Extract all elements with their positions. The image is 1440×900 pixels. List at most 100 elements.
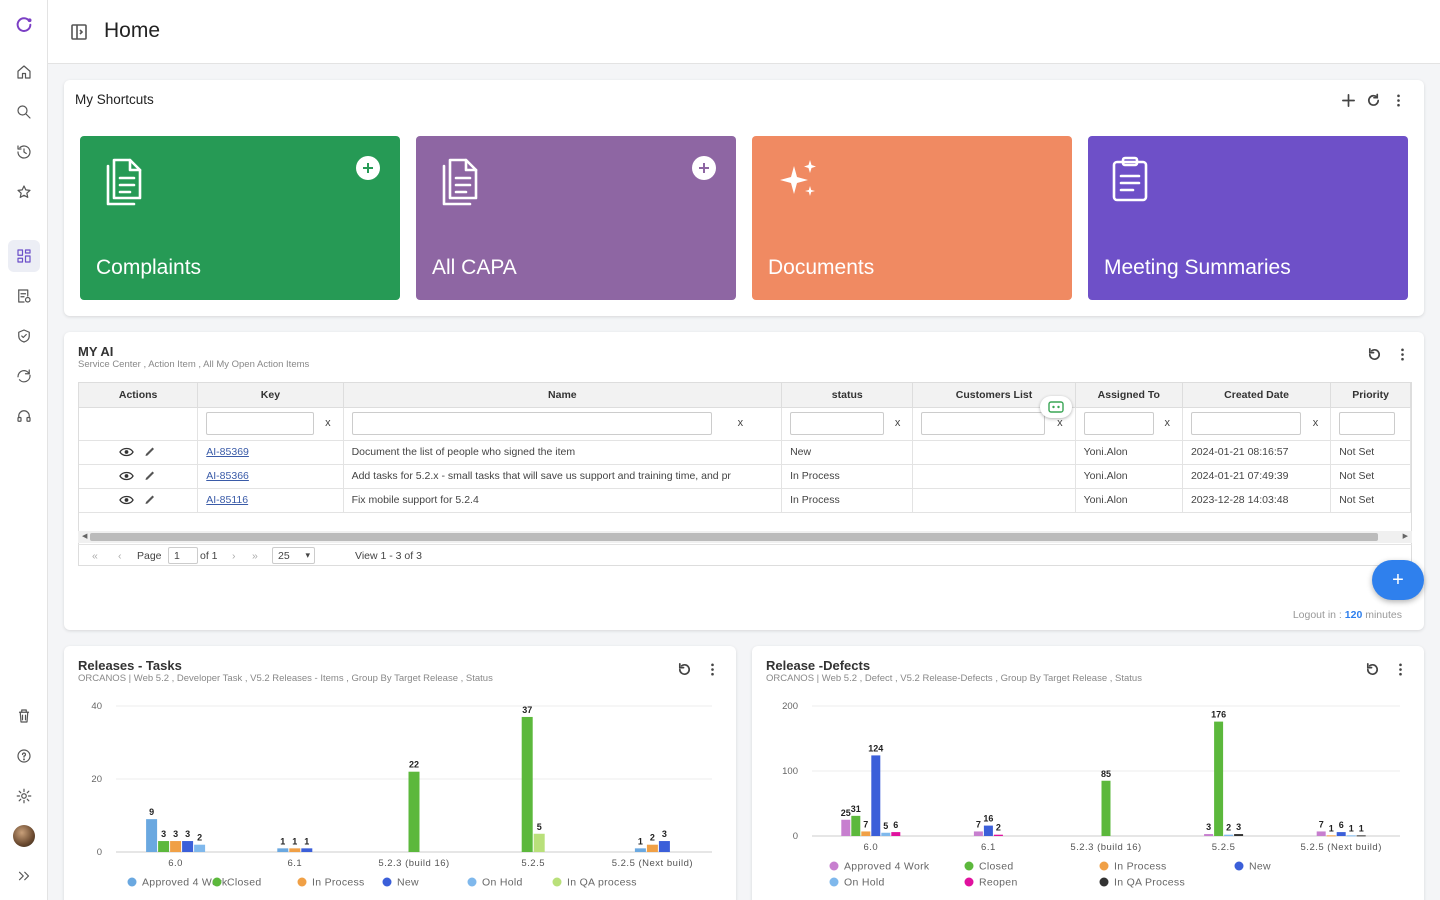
data-label: 1 [292, 836, 297, 846]
clear-filter-status[interactable]: x [895, 417, 901, 429]
edit-icon[interactable] [142, 494, 157, 506]
data-label: 5 [537, 822, 542, 832]
logo-icon[interactable] [8, 8, 40, 40]
item-link[interactable]: AI-85369 [206, 446, 249, 458]
bar [1224, 834, 1234, 836]
task-list-icon[interactable] [8, 280, 40, 312]
reload-icon[interactable] [1364, 661, 1380, 677]
bar [881, 832, 891, 836]
bar [1356, 835, 1366, 837]
bar [1214, 721, 1224, 836]
clear-filter-key[interactable]: x [325, 417, 331, 429]
filter-input-status[interactable] [790, 412, 885, 435]
shield-icon[interactable] [8, 320, 40, 352]
dashboard-icon[interactable] [8, 240, 40, 272]
column-header-actions[interactable]: Actions [79, 383, 199, 408]
edit-icon[interactable] [142, 446, 157, 458]
filter-input-assigned[interactable] [1083, 412, 1154, 435]
cell-name: Document the list of people who signed t… [343, 440, 783, 465]
shortcut-documents[interactable]: Documents [752, 136, 1072, 300]
item-link[interactable]: AI-85366 [206, 470, 249, 482]
chevron-down-icon: ▾ [305, 550, 310, 560]
clear-filter-created[interactable]: x [1313, 417, 1319, 429]
bar [658, 841, 670, 852]
table-row[interactable]: AI-85366 Add tasks for 5.2.x - small tas… [79, 464, 1411, 489]
search-icon[interactable] [8, 96, 40, 128]
view-icon[interactable] [119, 470, 134, 482]
help-icon[interactable] [8, 740, 40, 772]
data-label: 6 [893, 820, 898, 830]
add-capa-button[interactable] [692, 156, 716, 180]
add-icon[interactable] [1340, 92, 1356, 108]
filter-input-name[interactable] [351, 412, 712, 435]
refresh-icon[interactable] [1365, 92, 1381, 108]
page-number-input[interactable]: 1 [168, 547, 198, 564]
legend-marker [552, 877, 562, 887]
view-icon[interactable] [119, 446, 134, 458]
scroll-right-icon[interactable]: ▶ [1403, 531, 1408, 543]
bar [182, 841, 194, 852]
column-header-priority[interactable]: Priority [1330, 383, 1411, 408]
add-complaint-button[interactable] [356, 156, 380, 180]
filter-input-created[interactable] [1190, 412, 1301, 435]
more-icon[interactable] [704, 661, 720, 677]
legend-marker [297, 877, 307, 887]
star-icon[interactable] [8, 176, 40, 208]
home-icon[interactable] [8, 56, 40, 88]
last-page-icon[interactable]: » [252, 550, 258, 562]
filter-input-key[interactable] [206, 412, 315, 435]
edit-icon[interactable] [142, 470, 157, 482]
clear-filter-customers[interactable]: x [1057, 417, 1063, 429]
cell-status: In Process [781, 488, 914, 513]
page-size-select[interactable]: 25 ▾ [272, 547, 315, 564]
page-label: Page [137, 550, 162, 562]
horizontal-scrollbar[interactable]: ◀ ▶ [78, 531, 1412, 543]
data-label: 1 [1329, 823, 1334, 833]
filter-input-priority[interactable] [1339, 412, 1396, 435]
item-link[interactable]: AI-85116 [206, 494, 248, 506]
cell-key[interactable]: AI-85116 [197, 488, 344, 513]
settings-icon[interactable] [8, 780, 40, 812]
filter-input-customers[interactable] [921, 412, 1046, 435]
cell-key[interactable]: AI-85369 [197, 440, 344, 465]
more-icon[interactable] [1394, 346, 1410, 362]
data-label: 176 [1211, 710, 1226, 720]
sidebar-toggle-icon[interactable] [70, 23, 88, 41]
more-icon[interactable] [1390, 92, 1406, 108]
shortcut-meeting-summaries[interactable]: Meeting Summaries [1088, 136, 1408, 300]
expand-icon[interactable] [8, 860, 40, 892]
view-icon[interactable] [119, 494, 134, 506]
column-header-assigned-to[interactable]: Assigned To [1075, 383, 1183, 408]
history-icon[interactable] [8, 136, 40, 168]
legend-marker [127, 877, 137, 887]
shortcut-all-capa[interactable]: All CAPA [416, 136, 736, 300]
scroll-left-icon[interactable]: ◀ [82, 531, 87, 543]
cell-name: Fix mobile support for 5.2.4 [343, 488, 783, 513]
prev-page-icon[interactable]: ‹ [118, 550, 122, 562]
table-row[interactable]: AI-85116 Fix mobile support for 5.2.4 In… [79, 488, 1411, 513]
column-header-name[interactable]: Name [343, 383, 783, 408]
scrollbar-thumb[interactable] [90, 533, 1378, 541]
chat-bot-icon[interactable] [1040, 396, 1072, 418]
table-row[interactable]: AI-85369 Document the list of people who… [79, 440, 1411, 465]
headset-icon[interactable] [8, 400, 40, 432]
clear-filter-assigned[interactable]: x [1164, 417, 1170, 429]
cell-key[interactable]: AI-85366 [197, 464, 344, 489]
column-header-created-date[interactable]: Created Date [1182, 383, 1332, 408]
reload-icon[interactable] [1366, 346, 1382, 362]
trash-icon[interactable] [8, 700, 40, 732]
bar [646, 844, 658, 852]
reload-icon[interactable] [676, 661, 692, 677]
first-page-icon[interactable]: « [92, 550, 98, 562]
column-header-status[interactable]: status [781, 383, 914, 408]
clear-filter-name[interactable]: x [738, 417, 744, 429]
refresh-chat-icon[interactable] [8, 360, 40, 392]
add-item-button[interactable]: + [1372, 560, 1424, 600]
more-icon[interactable] [1392, 661, 1408, 677]
next-page-icon[interactable]: › [232, 550, 236, 562]
shortcut-complaints[interactable]: Complaints [80, 136, 400, 300]
avatar[interactable] [8, 820, 40, 852]
data-label: 124 [868, 743, 883, 753]
column-header-key[interactable]: Key [197, 383, 344, 408]
data-label: 1 [1359, 823, 1364, 833]
